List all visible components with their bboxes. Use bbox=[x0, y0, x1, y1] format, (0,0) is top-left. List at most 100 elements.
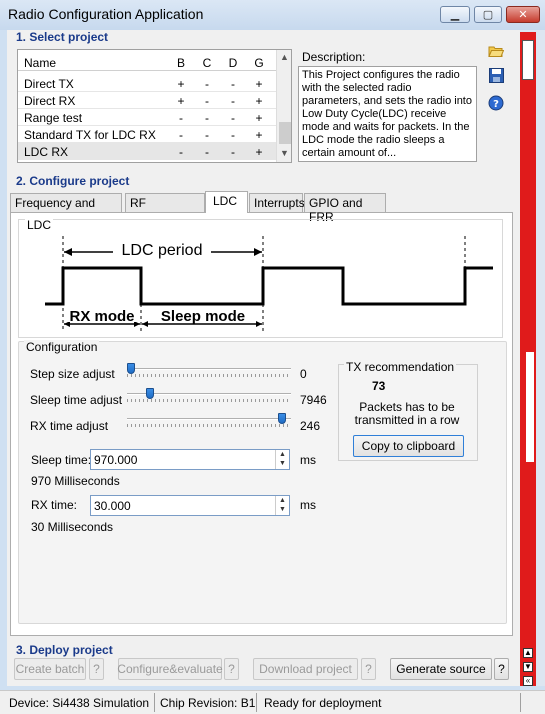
support-b: - bbox=[179, 145, 183, 159]
help-icon[interactable]: ? bbox=[487, 94, 505, 112]
ldc-timing-diagram: LDC period RX mode Sleep mode bbox=[33, 236, 493, 331]
generate-source-button[interactable]: Generate source bbox=[390, 658, 492, 680]
title-bar: Radio Configuration Application ▁ ▢ ✕ bbox=[0, 0, 545, 30]
list-item[interactable]: Range test - - - + bbox=[18, 109, 276, 126]
side-collapse-icon[interactable]: « bbox=[523, 676, 533, 686]
support-b: - bbox=[179, 128, 183, 142]
minimize-button[interactable]: ▁ bbox=[440, 6, 470, 23]
status-message: Ready for deployment bbox=[264, 696, 382, 710]
step-size-label: Step size adjust bbox=[30, 367, 115, 381]
tab-interrupts[interactable]: Interrupts bbox=[249, 193, 305, 212]
support-g: + bbox=[255, 77, 263, 91]
list-item[interactable]: Direct TX + - - + bbox=[18, 75, 276, 92]
status-separator bbox=[256, 693, 257, 712]
rx-time-slider[interactable] bbox=[127, 413, 291, 427]
rx-time-adjust-value: 246 bbox=[300, 419, 321, 433]
create-batch-help-button[interactable]: ? bbox=[89, 658, 104, 680]
ldc-period-label: LDC period bbox=[122, 242, 203, 259]
list-item[interactable]: Direct RX + - - + bbox=[18, 92, 276, 109]
spin-down-icon[interactable]: ▼ bbox=[276, 459, 289, 468]
step-size-value: 0 bbox=[300, 367, 307, 381]
sleep-time-value: 970.000 bbox=[94, 453, 138, 467]
side-tab[interactable] bbox=[522, 40, 534, 80]
sleep-time-input[interactable]: 970.000 ▲ ▼ bbox=[90, 449, 290, 470]
project-name: Range test bbox=[24, 111, 83, 125]
column-header-g: G bbox=[254, 56, 264, 70]
support-g: + bbox=[255, 94, 263, 108]
slider-thumb[interactable] bbox=[146, 388, 154, 399]
support-b: - bbox=[179, 111, 183, 125]
sleep-time-slider[interactable] bbox=[127, 388, 291, 402]
tx-recommendation-count: 73 bbox=[372, 379, 386, 393]
svg-text:?: ? bbox=[493, 99, 499, 110]
support-d: - bbox=[231, 145, 235, 159]
maximize-icon: ▢ bbox=[482, 9, 494, 21]
status-device: Device: Si4438 Simulation bbox=[9, 696, 150, 710]
spin-up-icon[interactable]: ▲ bbox=[276, 496, 289, 505]
open-folder-icon[interactable] bbox=[487, 42, 505, 60]
maximize-button[interactable]: ▢ bbox=[474, 6, 502, 23]
project-name: Standard TX for LDC RX bbox=[24, 128, 156, 142]
support-g: + bbox=[255, 145, 263, 159]
step-size-slider[interactable] bbox=[127, 363, 291, 377]
rx-time-unit: ms bbox=[300, 498, 316, 512]
side-accent-bar: ▲ ▼ « bbox=[520, 32, 536, 686]
tab-rf-parameters[interactable]: RF parameters bbox=[125, 193, 205, 224]
tab-frequency-and-power[interactable]: Frequency and power bbox=[10, 193, 122, 224]
column-header-c: C bbox=[202, 56, 212, 70]
list-item[interactable]: Standard TX for LDC RX - - - + bbox=[18, 126, 276, 143]
sleep-time-caption: 970 Milliseconds bbox=[31, 474, 120, 488]
sleep-time-spinner[interactable]: ▲ ▼ bbox=[275, 450, 289, 469]
copy-to-clipboard-button[interactable]: Copy to clipboard bbox=[353, 435, 464, 457]
rx-time-caption: 30 Milliseconds bbox=[31, 520, 114, 534]
status-bar: Device: Si4438 Simulation Chip Revision:… bbox=[0, 690, 545, 714]
download-project-button[interactable]: Download project bbox=[253, 658, 358, 680]
rx-time-input[interactable]: 30.000 ▲ ▼ bbox=[90, 495, 290, 516]
project-list[interactable]: Name B C D G Direct TX + - - + Direct RX… bbox=[17, 49, 292, 163]
support-d: - bbox=[231, 111, 235, 125]
spin-up-icon[interactable]: ▲ bbox=[276, 450, 289, 459]
save-icon[interactable] bbox=[487, 66, 505, 84]
support-b: + bbox=[177, 94, 185, 108]
slider-thumb[interactable] bbox=[278, 413, 286, 424]
support-c: - bbox=[205, 128, 209, 142]
status-chip-revision: Chip Revision: B1 bbox=[160, 696, 256, 710]
rx-mode-label: RX mode bbox=[69, 308, 134, 325]
status-separator bbox=[154, 693, 155, 712]
sleep-time-adjust-label: Sleep time adjust bbox=[30, 393, 123, 407]
scrollbar-thumb[interactable] bbox=[279, 122, 291, 144]
support-c: - bbox=[205, 94, 209, 108]
ldc-group-label: LDC bbox=[25, 218, 54, 232]
minimize-icon: ▁ bbox=[450, 9, 460, 21]
sleep-time-adjust-value: 7946 bbox=[300, 393, 327, 407]
rx-time-spinner[interactable]: ▲ ▼ bbox=[275, 496, 289, 515]
scroll-down-icon[interactable]: ▼ bbox=[280, 148, 289, 158]
tab-gpio-and-frr[interactable]: GPIO and FRR bbox=[304, 193, 386, 224]
sleep-mode-label: Sleep mode bbox=[161, 308, 245, 325]
project-list-scrollbar[interactable]: ▲ ▼ bbox=[276, 50, 291, 162]
rx-time-label: RX time: bbox=[31, 498, 78, 512]
create-batch-button[interactable]: Create batch bbox=[14, 658, 86, 680]
project-name: Direct TX bbox=[24, 77, 74, 91]
description-box: This Project configures the radio with t… bbox=[298, 66, 477, 162]
list-item-selected[interactable]: LDC RX - - - + bbox=[18, 143, 276, 160]
download-project-help-button[interactable]: ? bbox=[361, 658, 376, 680]
side-up-icon[interactable]: ▲ bbox=[523, 648, 533, 658]
slider-thumb[interactable] bbox=[127, 363, 135, 374]
select-project-heading: 1. Select project bbox=[16, 30, 109, 44]
configure-evaluate-help-button[interactable]: ? bbox=[224, 658, 239, 680]
deploy-project-heading: 3. Deploy project bbox=[16, 643, 113, 657]
more-link[interactable]: more bbox=[302, 160, 327, 161]
side-down-icon[interactable]: ▼ bbox=[523, 662, 533, 672]
side-splitter-handle[interactable] bbox=[526, 352, 534, 462]
spin-down-icon[interactable]: ▼ bbox=[276, 505, 289, 514]
close-button[interactable]: ✕ bbox=[506, 6, 540, 23]
tab-ldc[interactable]: LDC bbox=[205, 191, 248, 213]
scroll-up-icon[interactable]: ▲ bbox=[280, 52, 289, 62]
generate-source-help-button[interactable]: ? bbox=[494, 658, 509, 680]
support-d: - bbox=[231, 77, 235, 91]
project-name: LDC RX bbox=[24, 145, 69, 159]
configure-evaluate-button[interactable]: Configure&evaluate bbox=[117, 658, 223, 680]
configure-project-heading: 2. Configure project bbox=[16, 174, 130, 188]
support-g: + bbox=[255, 128, 263, 142]
